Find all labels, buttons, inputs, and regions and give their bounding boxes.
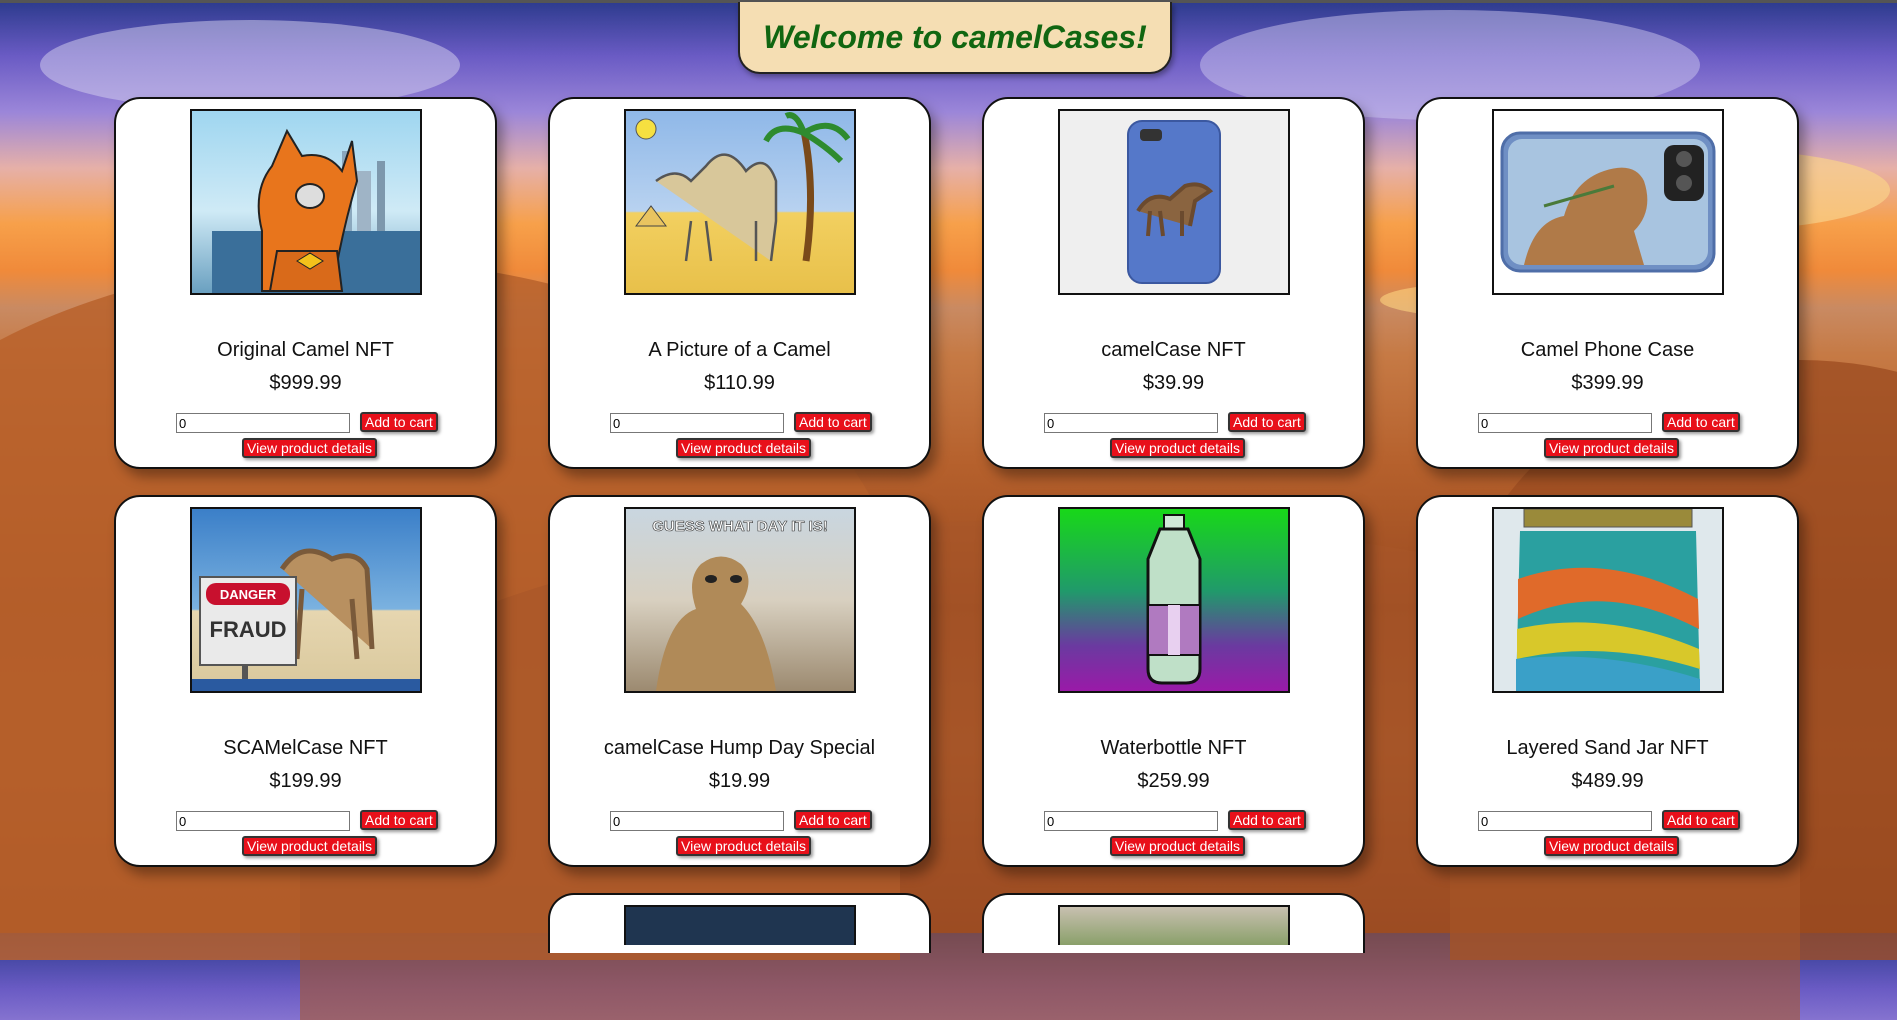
add-to-cart-button[interactable]: Add to cart — [1662, 412, 1740, 432]
product-name: SCAMelCase NFT — [223, 737, 388, 759]
add-to-cart-button[interactable]: Add to cart — [360, 412, 438, 432]
view-product-details-button[interactable]: View product details — [242, 438, 378, 458]
product-price: $999.99 — [269, 372, 342, 394]
product-card-partial — [982, 893, 1365, 953]
product-price: $399.99 — [1571, 372, 1644, 394]
view-product-details-button[interactable]: View product details — [1110, 836, 1246, 856]
product-card: GUESS WHAT DAY IT IS! camelCase Hump Day… — [548, 495, 931, 867]
product-name: Layered Sand Jar NFT — [1506, 737, 1709, 759]
svg-text:DANGER: DANGER — [220, 587, 277, 602]
product-image[interactable]: GUESS WHAT DAY IT IS! — [624, 507, 856, 693]
quantity-input[interactable] — [610, 413, 784, 433]
add-to-cart-button[interactable]: Add to cart — [794, 810, 872, 830]
quantity-input[interactable] — [176, 811, 350, 831]
add-to-cart-button[interactable]: Add to cart — [794, 412, 872, 432]
add-to-cart-button[interactable]: Add to cart — [1662, 810, 1740, 830]
product-price: $39.99 — [1142, 372, 1205, 394]
page-title: Welcome to camelCases! — [763, 18, 1147, 55]
product-price: $19.99 — [708, 770, 771, 792]
add-to-cart-button[interactable]: Add to cart — [1228, 810, 1306, 830]
product-image[interactable] — [1492, 109, 1724, 295]
product-card-partial — [548, 893, 931, 953]
product-card: Original Camel NFT $999.99 Add to cart V… — [114, 97, 497, 469]
add-to-cart-button[interactable]: Add to cart — [1228, 412, 1306, 432]
product-price: $489.99 — [1571, 770, 1644, 792]
product-image[interactable] — [1492, 507, 1724, 693]
product-name: A Picture of a Camel — [648, 339, 831, 361]
product-name: camelCase Hump Day Special — [603, 737, 876, 759]
quantity-input[interactable] — [1478, 811, 1652, 831]
add-to-cart-button[interactable]: Add to cart — [360, 810, 438, 830]
quantity-input[interactable] — [1044, 811, 1218, 831]
quantity-input[interactable] — [176, 413, 350, 433]
product-card: camelCase NFT $39.99 Add to cart View pr… — [982, 97, 1365, 469]
product-price: $199.99 — [269, 770, 342, 792]
product-image[interactable] — [1058, 905, 1290, 945]
svg-text:GUESS WHAT DAY IT IS!: GUESS WHAT DAY IT IS! — [652, 518, 828, 535]
view-product-details-button[interactable]: View product details — [242, 836, 378, 856]
product-name: Original Camel NFT — [217, 339, 394, 361]
product-image[interactable] — [1058, 109, 1290, 295]
product-price: $110.99 — [704, 372, 775, 394]
svg-text:FRAUD: FRAUD — [210, 617, 287, 642]
product-card: Camel Phone Case $399.99 Add to cart Vie… — [1416, 97, 1799, 469]
product-name: camelCase NFT — [1101, 339, 1246, 361]
product-card: Layered Sand Jar NFT $489.99 Add to cart… — [1416, 495, 1799, 867]
product-image[interactable]: DANGER FRAUD — [190, 507, 422, 693]
welcome-banner: Welcome to camelCases! — [738, 2, 1172, 74]
view-product-details-button[interactable]: View product details — [1110, 438, 1246, 458]
quantity-input[interactable] — [610, 811, 784, 831]
product-card: A Picture of a Camel $110.99 Add to cart… — [548, 97, 931, 469]
product-image[interactable] — [1058, 507, 1290, 693]
product-image[interactable] — [624, 109, 856, 295]
product-card: Waterbottle NFT $259.99 Add to cart View… — [982, 495, 1365, 867]
quantity-input[interactable] — [1044, 413, 1218, 433]
product-name: Camel Phone Case — [1520, 339, 1695, 361]
product-card: DANGER FRAUD SCAMelCase NFT $199.99 Add … — [114, 495, 497, 867]
view-product-details-button[interactable]: View product details — [1544, 836, 1680, 856]
product-price: $259.99 — [1137, 770, 1210, 792]
view-product-details-button[interactable]: View product details — [1544, 438, 1680, 458]
view-product-details-button[interactable]: View product details — [676, 438, 812, 458]
product-image[interactable] — [190, 109, 422, 295]
product-name: Waterbottle NFT — [1100, 737, 1247, 759]
view-product-details-button[interactable]: View product details — [676, 836, 812, 856]
quantity-input[interactable] — [1478, 413, 1652, 433]
product-image[interactable] — [624, 905, 856, 945]
